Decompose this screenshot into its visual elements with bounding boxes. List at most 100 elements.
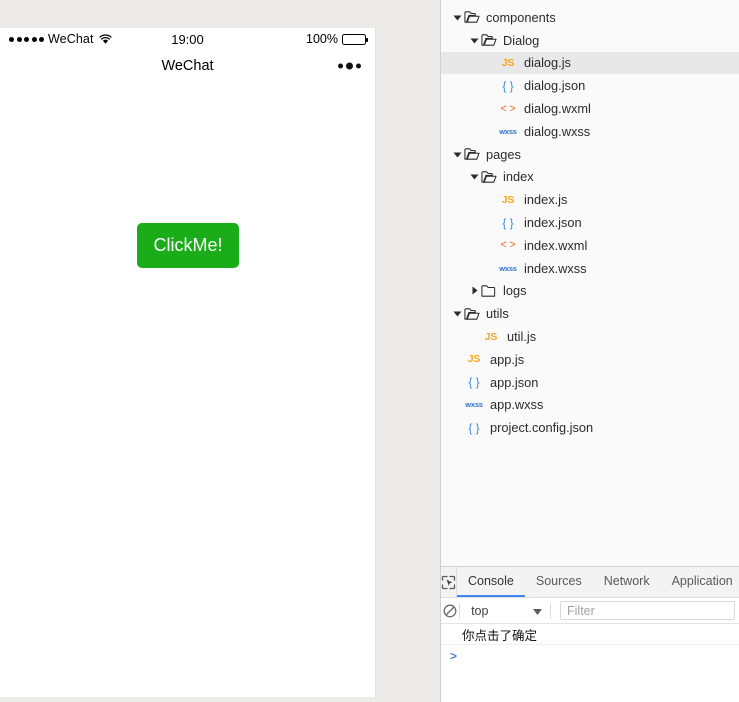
wxss-file-icon: wxss — [464, 400, 484, 409]
tree-node-label: Dialog — [503, 32, 540, 48]
console-dock: ConsoleSourcesNetworkApplication top — [441, 566, 739, 702]
status-bar-left: WeChat — [9, 32, 112, 46]
devtools-tabs: Console Sources Network Application — [457, 567, 739, 597]
tree-file-row[interactable]: JS util.js — [441, 325, 739, 348]
console-prompt-row[interactable]: > — [441, 645, 739, 667]
tree-file-row[interactable]: JS app.js — [441, 348, 739, 371]
battery-icon — [342, 33, 368, 45]
console-filter-bar: top — [441, 598, 739, 624]
console-message: 你点击了确定 — [441, 624, 739, 645]
mini-program-page: ClickMe! — [0, 82, 375, 697]
carrier-label: WeChat — [48, 32, 94, 46]
js-file-icon: JS — [498, 194, 518, 206]
tree-folder-row[interactable]: components — [441, 6, 739, 29]
tree-folder-row[interactable]: pages — [441, 143, 739, 166]
tree-node-label: util.js — [507, 329, 537, 345]
phone-frame: WeChat 19:00 100% WeChat ClickMe! — [0, 28, 376, 697]
tree-file-row[interactable]: < > dialog.wxml — [441, 97, 739, 120]
clear-console-icon[interactable] — [441, 604, 459, 618]
tree-file-row[interactable]: { } project.config.json — [441, 416, 739, 439]
tree-node-label: dialog.wxss — [524, 123, 591, 139]
tree-file-row[interactable]: JS dialog.js — [441, 51, 739, 75]
tab-console[interactable]: Console — [457, 567, 525, 597]
json-file-icon: { } — [464, 421, 484, 435]
console-output[interactable]: 你点击了确定 > — [441, 624, 739, 702]
tab-network[interactable]: Network — [593, 567, 661, 597]
simulator-panel: WeChat 19:00 100% WeChat ClickMe! — [0, 0, 432, 702]
more-dots-icon[interactable] — [338, 62, 361, 70]
json-file-icon: { } — [468, 420, 480, 435]
status-bar-right: 100% — [306, 32, 368, 46]
tree-file-row[interactable]: { } dialog.json — [441, 74, 739, 97]
js-file-icon: JS — [484, 330, 498, 343]
chevron-down-icon[interactable] — [468, 172, 481, 181]
json-file-icon: { } — [468, 375, 480, 390]
tree-node-label: utils — [486, 306, 509, 322]
tree-file-row[interactable]: wxss app.wxss — [441, 394, 739, 417]
wxml-file-icon: < > — [500, 239, 516, 252]
tree-file-row[interactable]: < > index.wxml — [441, 234, 739, 257]
folder-open-icon — [481, 33, 497, 47]
tree-node-label: index.json — [524, 215, 582, 231]
wxss-file-icon: wxss — [499, 263, 517, 273]
js-file-icon: JS — [467, 353, 481, 366]
tree-node-label: dialog.js — [524, 55, 571, 71]
console-context-label: top — [471, 603, 489, 618]
chevron-down-icon[interactable] — [451, 309, 464, 318]
wxss-file-icon: wxss — [465, 400, 483, 410]
tree-node-label: project.config.json — [490, 420, 594, 436]
json-file-icon: { } — [464, 375, 484, 389]
json-file-icon: { } — [498, 216, 518, 230]
tab-application[interactable]: Application — [661, 567, 739, 597]
console-message-list: 你点击了确定 — [441, 624, 739, 645]
filter-bar-divider-2 — [550, 602, 551, 619]
file-tree[interactable]: components Dialog JS dialog.js { } dialog.jso… — [441, 0, 739, 566]
clickme-button[interactable]: ClickMe! — [137, 223, 239, 268]
tree-node-label: app.json — [490, 374, 539, 390]
tree-node-label: components — [486, 9, 556, 25]
json-file-icon: { } — [502, 215, 514, 230]
wxss-file-icon: wxss — [498, 264, 518, 273]
tree-file-row[interactable]: wxss index.wxss — [441, 257, 739, 280]
tree-file-row[interactable]: { } index.json — [441, 211, 739, 234]
tree-node-label: logs — [503, 283, 527, 299]
js-file-icon: JS — [501, 56, 515, 69]
wxss-file-icon: wxss — [499, 126, 517, 136]
inspect-element-icon[interactable] — [441, 567, 457, 597]
tree-file-row[interactable]: wxss dialog.wxss — [441, 120, 739, 143]
tree-file-row[interactable]: { } app.json — [441, 371, 739, 394]
chevron-down-icon — [533, 604, 543, 618]
tree-folder-row[interactable]: utils — [441, 302, 739, 325]
chevron-down-icon[interactable] — [451, 13, 464, 22]
tree-folder-row[interactable]: index — [441, 166, 739, 189]
tree-file-row[interactable]: JS index.js — [441, 188, 739, 211]
folder-open-icon — [481, 170, 497, 184]
tree-node-label: index.wxss — [524, 260, 587, 276]
app-root: WeChat 19:00 100% WeChat ClickMe! compon… — [0, 0, 739, 702]
json-file-icon: { } — [498, 79, 518, 93]
wifi-icon — [98, 33, 112, 45]
tree-node-label: dialog.json — [524, 78, 586, 94]
chevron-down-icon[interactable] — [451, 150, 464, 159]
wxml-file-icon: < > — [498, 239, 518, 251]
phone-status-bar: WeChat 19:00 100% — [0, 28, 375, 50]
chevron-down-icon[interactable] — [468, 36, 481, 45]
wxml-file-icon: < > — [500, 102, 516, 115]
console-filter-input[interactable] — [560, 601, 735, 620]
tree-folder-row[interactable]: Dialog — [441, 29, 739, 52]
console-prompt-caret: > — [450, 649, 458, 663]
tree-node-label: app.js — [490, 351, 525, 367]
nav-bar-title: WeChat — [161, 58, 214, 74]
devtools-tab-bar: Console Sources Network Application — [441, 567, 739, 598]
json-file-icon: { } — [502, 78, 514, 93]
tree-node-label: dialog.wxml — [524, 101, 591, 117]
tree-node-label: index — [503, 169, 534, 185]
console-context-select[interactable]: top — [460, 598, 550, 623]
tree-node-label: index.wxml — [524, 237, 588, 253]
chevron-right-icon[interactable] — [468, 286, 481, 295]
tree-folder-row[interactable]: logs — [441, 280, 739, 303]
tree-node-label: index.js — [524, 192, 568, 208]
js-file-icon: JS — [481, 331, 501, 343]
tab-sources[interactable]: Sources — [525, 567, 593, 597]
phone-nav-bar: WeChat — [0, 50, 375, 82]
